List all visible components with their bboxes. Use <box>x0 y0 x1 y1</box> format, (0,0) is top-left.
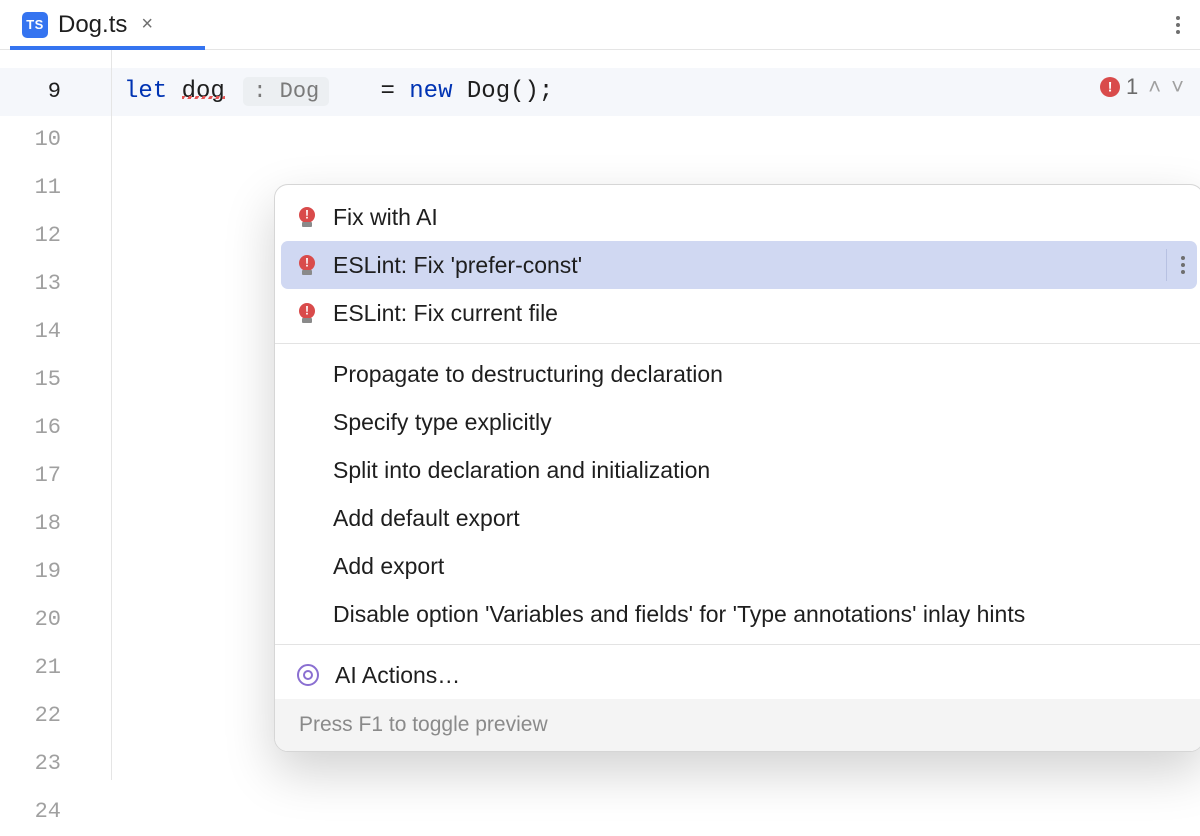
tab-bar-more-icon[interactable] <box>1166 16 1190 34</box>
parens-semi: (); <box>510 78 553 105</box>
next-error-icon[interactable]: ˅ <box>1171 74 1184 100</box>
line-number: 24 <box>0 788 111 836</box>
quick-fix-label: Disable option 'Variables and fields' fo… <box>333 601 1025 628</box>
quick-fix-label: Split into declaration and initializatio… <box>333 457 710 484</box>
variable-dog[interactable]: dog <box>182 78 225 105</box>
quick-fix-item[interactable]: Specify type explicitly <box>275 398 1200 446</box>
tab-filename: Dog.ts <box>58 11 127 39</box>
line-number: 23 <box>0 740 111 788</box>
ai-actions-item[interactable]: AI Actions… <box>275 651 1200 699</box>
quick-fix-item[interactable]: Split into declaration and initializatio… <box>275 446 1200 494</box>
quick-fix-label: Add export <box>333 553 444 580</box>
line-number: 12 <box>0 212 111 260</box>
quick-fix-label: Fix with AI <box>333 204 438 231</box>
line-number: 10 <box>0 116 111 164</box>
code-line[interactable]: let dog : Dog = new Dog(); <box>112 68 1200 116</box>
quick-fix-item[interactable]: ESLint: Fix current file <box>275 289 1200 337</box>
quick-fix-label: Specify type explicitly <box>333 409 552 436</box>
quick-fix-label: ESLint: Fix 'prefer-const' <box>333 252 582 279</box>
more-options-icon[interactable] <box>1166 249 1185 281</box>
gutter: 9 10 11 12 13 14 15 16 17 18 19 20 21 22… <box>0 50 112 780</box>
error-icon <box>1100 77 1120 97</box>
popup-separator <box>275 644 1200 645</box>
editor: 9 10 11 12 13 14 15 16 17 18 19 20 21 22… <box>0 50 1200 780</box>
line-number: 20 <box>0 596 111 644</box>
error-badge[interactable]: 1 <box>1100 74 1138 100</box>
quick-fix-item[interactable]: Disable option 'Variables and fields' fo… <box>275 590 1200 638</box>
tab-close-icon[interactable]: × <box>137 13 157 36</box>
line-number: 17 <box>0 452 111 500</box>
intention-bulb-icon <box>297 207 317 227</box>
quick-fix-item-selected[interactable]: ESLint: Fix 'prefer-const' <box>281 241 1197 289</box>
quick-fix-item[interactable]: Add export <box>275 542 1200 590</box>
line-number: 22 <box>0 692 111 740</box>
typescript-file-icon: TS <box>22 12 48 38</box>
inspection-widget[interactable]: 1 ˄ ˅ <box>1100 74 1184 100</box>
intention-bulb-icon <box>297 255 317 275</box>
popup-separator <box>275 343 1200 344</box>
quick-fix-item[interactable]: Propagate to destructuring declaration <box>275 350 1200 398</box>
assign-op: = <box>337 78 409 105</box>
popup-footer-hint: Press F1 to toggle preview <box>275 699 1200 751</box>
quick-fix-label: ESLint: Fix current file <box>333 300 558 327</box>
code-area[interactable]: let dog : Dog = new Dog(); 1 ˄ ˅ Fix wit… <box>112 50 1200 780</box>
line-number: 21 <box>0 644 111 692</box>
quick-fix-label: Propagate to destructuring declaration <box>333 361 723 388</box>
quick-fix-popup: Fix with AI ESLint: Fix 'prefer-const' E… <box>274 184 1200 752</box>
error-count: 1 <box>1126 74 1138 100</box>
keyword-let: let <box>124 78 167 105</box>
line-number: 16 <box>0 404 111 452</box>
tab-bar: TS Dog.ts × <box>0 0 1200 50</box>
line-number: 15 <box>0 356 111 404</box>
ai-spiral-icon <box>297 664 319 686</box>
class-name: Dog <box>453 78 511 105</box>
quick-fix-item[interactable]: Add default export <box>275 494 1200 542</box>
quick-fix-item[interactable]: Fix with AI <box>275 193 1200 241</box>
line-number: 11 <box>0 164 111 212</box>
quick-fix-label: AI Actions… <box>335 662 460 689</box>
line-number: 18 <box>0 500 111 548</box>
prev-error-icon[interactable]: ˄ <box>1148 74 1161 100</box>
editor-tab[interactable]: TS Dog.ts × <box>10 0 169 49</box>
intention-bulb-icon <box>297 303 317 323</box>
line-number: 19 <box>0 548 111 596</box>
line-number: 14 <box>0 308 111 356</box>
keyword-new: new <box>409 78 452 105</box>
type-inlay-hint[interactable]: : Dog <box>243 77 329 106</box>
line-number: 9 <box>0 68 111 116</box>
quick-fix-label: Add default export <box>333 505 520 532</box>
line-number: 13 <box>0 260 111 308</box>
